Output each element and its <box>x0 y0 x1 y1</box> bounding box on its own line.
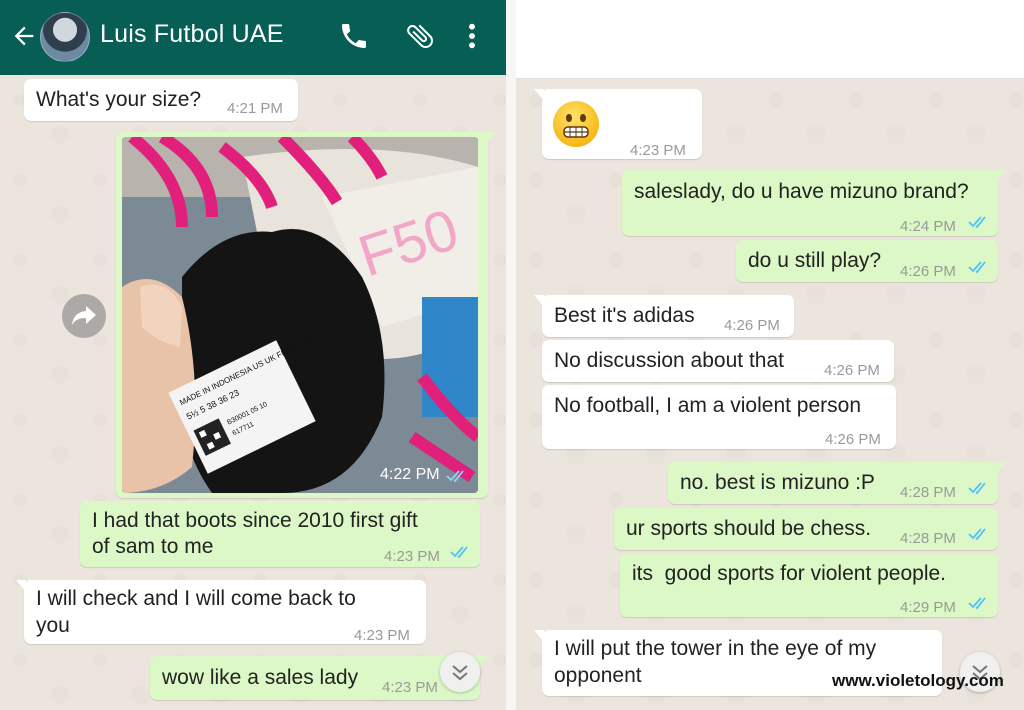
outgoing-message[interactable]: do u still play? 4:26 PM <box>736 240 998 282</box>
outgoing-message[interactable]: wow like a sales lady 4:23 PM <box>150 656 488 700</box>
message-time: 4:22 PM <box>380 466 440 483</box>
incoming-message[interactable]: No football, I am a violent person 4:26 … <box>542 385 896 449</box>
contact-name[interactable]: Luis Futbol UAE <box>100 20 284 49</box>
read-ticks-icon <box>968 216 986 229</box>
message-time: 4:23 PM <box>384 548 440 565</box>
chevron-down-icon <box>452 665 468 681</box>
paperclip-icon[interactable] <box>404 20 436 52</box>
chat-header: Luis Futbol UAE <box>0 0 506 75</box>
message-text-line2: of sam to me <box>92 535 214 558</box>
boot-size-photo[interactable]: F50 MADE IN INDONESIA US UK FR JP CHN 5½… <box>122 137 478 493</box>
outgoing-message[interactable]: its good sports for violent people. 4:29… <box>620 553 998 617</box>
grimacing-face-icon <box>563 114 589 138</box>
message-time: 4:23 PM <box>354 627 410 644</box>
left-chat-panel: Luis Futbol UAE What's your size? 4:21 P… <box>0 0 506 710</box>
message-text-line2: you <box>36 614 70 637</box>
read-ticks-icon <box>450 546 468 559</box>
message-text: I will check and I will come back to <box>36 587 356 610</box>
outgoing-message[interactable]: I had that boots since 2010 first gift o… <box>80 501 480 567</box>
top-bar <box>516 0 1024 79</box>
incoming-message[interactable]: Best it's adidas 4:26 PM <box>534 295 794 337</box>
message-time: 4:23 PM <box>382 679 438 696</box>
avatar[interactable] <box>40 12 90 62</box>
message-text: ur sports should be chess. <box>626 517 872 540</box>
watermark: www.violetology.com <box>832 671 1004 690</box>
incoming-message[interactable]: I will check and I will come back to you… <box>16 580 426 644</box>
more-vert-icon[interactable] <box>456 20 488 52</box>
message-text: I had that boots since 2010 first gift <box>92 509 418 532</box>
message-time: 4:24 PM <box>900 218 956 235</box>
message-time: 4:26 PM <box>824 362 880 379</box>
message-time: 4:26 PM <box>724 317 780 334</box>
grimacing-face-emoji <box>553 101 599 147</box>
message-text: no. best is mizuno :P <box>680 471 875 494</box>
message-time: 4:28 PM <box>900 530 956 547</box>
message-text: What's your size? <box>36 88 202 111</box>
message-text: No discussion about that <box>554 349 784 372</box>
message-time: 4:29 PM <box>900 599 956 616</box>
message-text: its good sports for violent people. <box>632 562 947 585</box>
incoming-message[interactable]: No discussion about that 4:26 PM <box>542 340 894 382</box>
incoming-message[interactable]: What's your size? 4:21 PM <box>24 79 298 121</box>
message-text: No football, I am a violent person <box>554 394 862 417</box>
message-text-line2: opponent <box>554 664 642 687</box>
read-ticks-icon <box>968 482 986 495</box>
read-ticks-icon <box>968 528 986 541</box>
outgoing-message[interactable]: ur sports should be chess. 4:28 PM <box>614 508 998 550</box>
photo-image: F50 MADE IN INDONESIA US UK FR JP CHN 5½… <box>122 137 478 493</box>
message-time: 4:21 PM <box>227 100 283 117</box>
message-text: Best it's adidas <box>554 304 695 327</box>
panel-divider <box>506 0 516 710</box>
message-time: 4:26 PM <box>825 431 881 448</box>
message-text: do u still play? <box>748 249 882 272</box>
message-text: wow like a sales lady <box>162 666 359 689</box>
message-text: saleslady, do u have mizuno brand? <box>634 180 969 203</box>
forward-icon <box>72 306 96 325</box>
back-arrow-icon[interactable] <box>10 22 38 50</box>
outgoing-message[interactable]: no. best is mizuno :P 4:28 PM <box>668 462 1006 504</box>
message-time: 4:23 PM <box>630 142 686 159</box>
read-ticks-icon <box>446 470 464 483</box>
message-text: I will put the tower in the eye of my <box>554 637 877 660</box>
outgoing-message[interactable]: saleslady, do u have mizuno brand? 4:24 … <box>622 170 1006 236</box>
read-ticks-icon <box>968 261 986 274</box>
read-ticks-icon <box>968 597 986 610</box>
message-time: 4:26 PM <box>900 263 956 280</box>
phone-icon[interactable] <box>338 20 370 52</box>
scroll-down-button[interactable] <box>440 652 480 692</box>
forward-button[interactable] <box>62 294 106 338</box>
message-time: 4:28 PM <box>900 484 956 501</box>
